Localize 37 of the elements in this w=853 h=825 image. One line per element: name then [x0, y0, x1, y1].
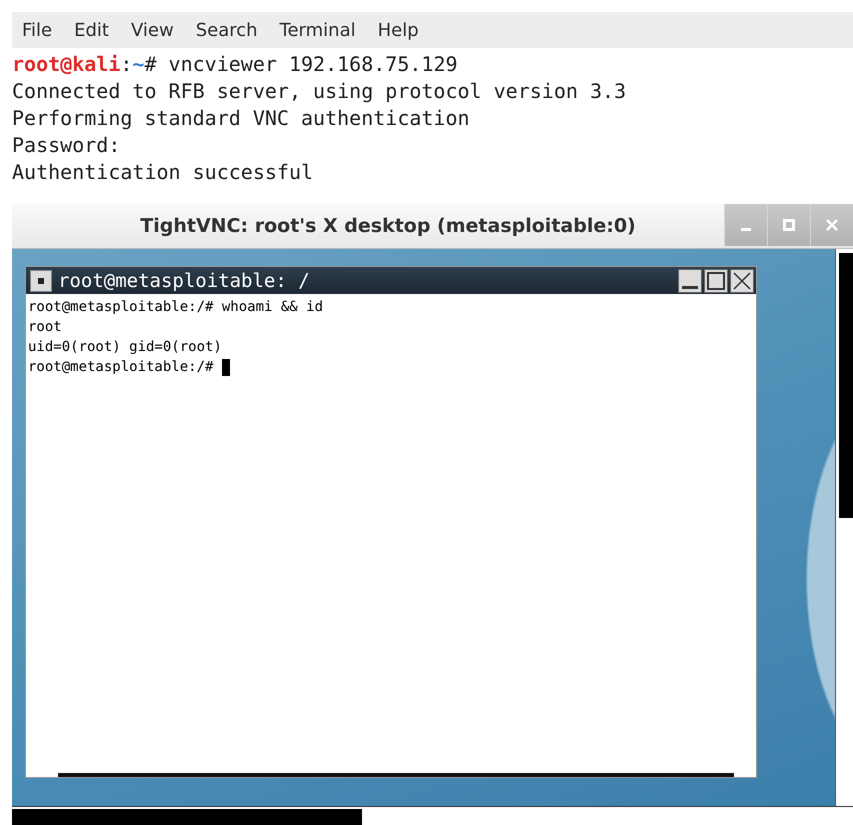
prompt-separator: : [120, 52, 132, 76]
close-icon [825, 218, 839, 232]
menu-item[interactable]: Terminal [280, 20, 356, 40]
maximize-button[interactable] [704, 268, 728, 292]
close-button[interactable] [730, 268, 754, 292]
scrollbar[interactable] [835, 249, 853, 806]
terminal-line: root@metasploitable:/# [28, 358, 214, 377]
minimize-icon [741, 228, 751, 231]
terminal-line: uid=0(root) gid=0(root) [28, 338, 222, 357]
menu-item[interactable]: View [130, 20, 174, 40]
menu-item[interactable]: Help [378, 20, 419, 40]
scrollbar-thumb[interactable] [839, 253, 853, 518]
terminal-line: root@metasploitable:/# whoami && id [28, 298, 324, 317]
text-cursor [222, 358, 230, 376]
window-title: TightVNC: root's X desktop (metasploitable:0) [139, 215, 637, 237]
scrollbar-thumb[interactable] [12, 809, 362, 825]
maximize-icon [706, 270, 726, 290]
terminal-output: Connected to RFB server, using protocol version 3.3 [12, 79, 626, 103]
maximize-icon [783, 219, 795, 231]
menu-item[interactable]: Search [196, 20, 258, 40]
minimize-icon [682, 286, 698, 288]
xterm-title: root@metasploitable: / [57, 270, 311, 292]
command-text: # vncviewer 192.168.75.129 [144, 52, 458, 76]
prompt-path: ~ [132, 52, 144, 76]
square-icon [38, 278, 44, 284]
scrollbar[interactable] [58, 773, 734, 777]
menu-item[interactable]: File [22, 20, 52, 40]
menu-item[interactable]: Edit [74, 20, 109, 40]
close-icon [732, 270, 752, 290]
minimize-button[interactable] [678, 268, 702, 292]
terminal-output: Password: [12, 133, 120, 157]
terminal-output: Performing standard VNC authentication [12, 106, 470, 130]
terminal-output: Authentication successful [12, 160, 314, 184]
terminal-line: root [28, 318, 62, 337]
prompt-user-host: root@kali [12, 52, 120, 76]
window-menu-button[interactable] [30, 270, 52, 292]
scrollbar[interactable] [12, 806, 853, 825]
